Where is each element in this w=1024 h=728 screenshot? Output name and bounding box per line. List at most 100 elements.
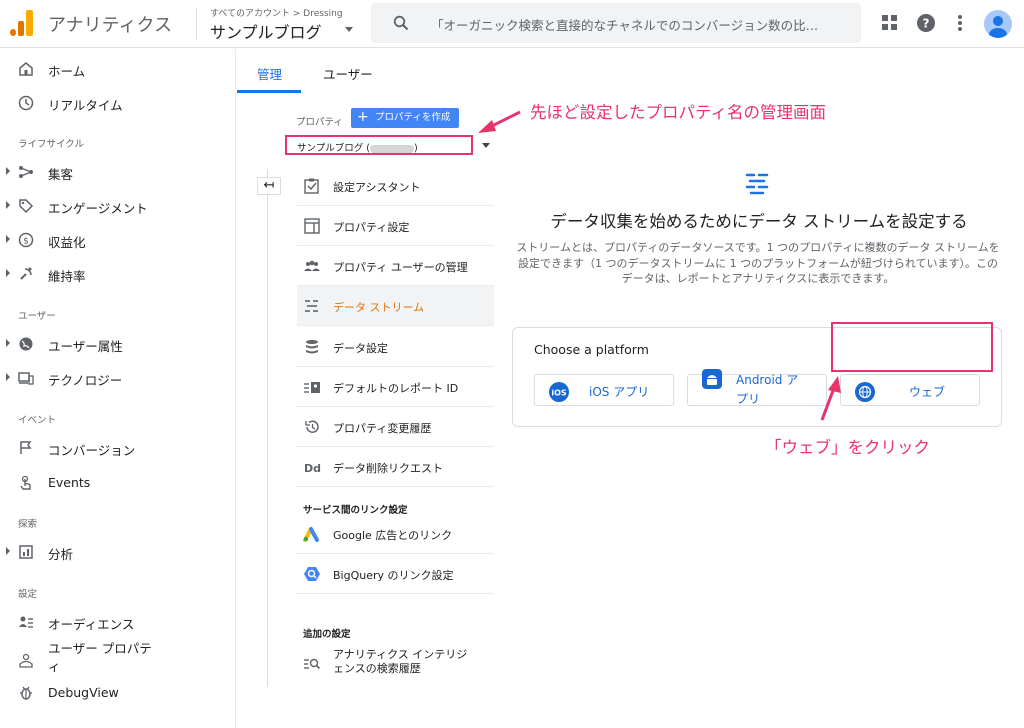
search-input[interactable]: 「オーガニック検索と直接的なチャネルでのコンバージョン数の比… bbox=[431, 15, 851, 34]
main-area: 管理 ユーザー プロパティ + プロパティを作成 サンプルブログ () ↤ 設定… bbox=[237, 49, 1024, 728]
analytics-logo-icon[interactable] bbox=[10, 10, 34, 36]
analysis-icon bbox=[19, 545, 33, 559]
data-stream-icon bbox=[745, 173, 769, 195]
ios-app-button[interactable]: iOS iOS アプリ bbox=[534, 374, 674, 406]
menu-default-reporting-id[interactable]: デフォルトのレポート ID bbox=[297, 367, 494, 407]
section-label-lifecycle: ライフサイクル bbox=[18, 139, 85, 150]
sidebar-item-events[interactable]: Events bbox=[0, 466, 236, 500]
sidebar-item-retention[interactable]: 維持率 bbox=[0, 257, 236, 291]
property-name-end: ) bbox=[413, 143, 418, 154]
dd-icon: Dd bbox=[304, 462, 321, 475]
section-label-additional: 追加の設定 bbox=[303, 629, 351, 640]
debug-icon bbox=[20, 686, 32, 700]
expand-arrow-icon[interactable] bbox=[6, 547, 10, 555]
menu-data-streams[interactable]: データ ストリーム bbox=[297, 286, 494, 326]
sidebar-item-label: リアルタイム bbox=[48, 98, 123, 113]
expand-arrow-icon[interactable] bbox=[6, 201, 10, 209]
property-selector-value: サンプルブログ () bbox=[297, 140, 418, 154]
header-divider bbox=[196, 8, 197, 40]
menu-label: プロパティ設定 bbox=[333, 221, 410, 234]
sidebar-item-conversions[interactable]: コンバージョン bbox=[0, 431, 236, 465]
tab-admin[interactable]: 管理 bbox=[257, 64, 282, 83]
sidebar-item-analysis[interactable]: 分析 bbox=[0, 535, 236, 569]
more-vert-icon[interactable] bbox=[949, 12, 971, 34]
sidebar-item-label: ユーザー プロパティ bbox=[48, 641, 152, 674]
search-bar[interactable]: 「オーガニック検索と直接的なチャネルでのコンバージョン数の比… bbox=[371, 3, 861, 43]
menu-google-ads-link[interactable]: Google 広告とのリンク bbox=[297, 514, 494, 554]
left-sidebar: ホーム リアルタイム ライフサイクル 集客 エンゲージメント $ 収益化 維持率… bbox=[0, 49, 236, 728]
menu-property-user-management[interactable]: プロパティ ユーザーの管理 bbox=[297, 246, 494, 286]
web-globe-icon bbox=[855, 382, 875, 402]
menu-label-line1: アナリティクス インテリジ bbox=[333, 648, 468, 661]
expand-arrow-icon[interactable] bbox=[6, 269, 10, 277]
sidebar-item-label: Events bbox=[48, 475, 91, 490]
sidebar-item-label: ユーザー属性 bbox=[48, 339, 123, 354]
person-icon bbox=[989, 16, 1007, 38]
google-ads-icon bbox=[303, 527, 319, 542]
home-icon bbox=[19, 62, 33, 76]
blurred-property-id bbox=[369, 144, 414, 153]
back-arrow-button[interactable]: ↤ bbox=[257, 177, 281, 195]
sidebar-item-engagement[interactable]: エンゲージメント bbox=[0, 189, 236, 223]
sidebar-item-technology[interactable]: テクノロジー bbox=[0, 361, 236, 395]
menu-property-change-history[interactable]: プロパティ変更履歴 bbox=[297, 407, 494, 447]
section-label-explore: 探索 bbox=[18, 519, 38, 530]
flag-icon bbox=[20, 441, 32, 454]
sidebar-item-monetization[interactable]: $ 収益化 bbox=[0, 223, 236, 257]
people-icon bbox=[304, 260, 320, 271]
sidebar-item-label: エンゲージメント bbox=[48, 201, 148, 216]
sidebar-item-label: 収益化 bbox=[48, 235, 86, 250]
expand-arrow-icon[interactable] bbox=[6, 339, 10, 347]
svg-text:$: $ bbox=[23, 237, 29, 247]
sidebar-item-home[interactable]: ホーム bbox=[0, 52, 236, 86]
web-label: ウェブ bbox=[909, 385, 946, 399]
menu-data-settings[interactable]: データ設定 bbox=[297, 327, 494, 367]
sidebar-item-user-properties[interactable]: ユーザー プロパティ bbox=[0, 639, 236, 679]
svg-text:iOS: iOS bbox=[551, 389, 567, 398]
expand-arrow-icon[interactable] bbox=[6, 373, 10, 381]
plus-icon: + bbox=[357, 109, 369, 125]
expand-arrow-icon[interactable] bbox=[6, 235, 10, 243]
stream-setup-title: データ収集を始めるためにデータ ストリームを設定する bbox=[550, 212, 968, 231]
expand-arrow-icon[interactable] bbox=[6, 167, 10, 175]
sidebar-item-label: オーディエンス bbox=[48, 617, 135, 632]
menu-intelligence-search-history[interactable]: アナリティクス インテリジ ェンスの検索履歴 bbox=[297, 642, 494, 688]
sidebar-item-audiences[interactable]: オーディエンス bbox=[0, 605, 236, 639]
menu-property-settings[interactable]: プロパティ設定 bbox=[297, 206, 494, 246]
create-property-button[interactable]: + プロパティを作成 bbox=[351, 108, 459, 128]
annotation-property-admin: 先ほど設定したプロパティ名の管理画面 bbox=[530, 103, 827, 122]
menu-data-deletion-requests[interactable]: Dd データ削除リクエスト bbox=[297, 447, 494, 487]
android-app-button[interactable]: Android アプリ bbox=[687, 369, 827, 409]
sidebar-item-acquisition[interactable]: 集客 bbox=[0, 155, 236, 189]
android-app-label: Android アプリ bbox=[736, 371, 798, 409]
sidebar-item-debugview[interactable]: DebugView bbox=[0, 676, 236, 710]
user-property-icon bbox=[19, 653, 33, 668]
stream-icon bbox=[305, 300, 318, 312]
account-avatar[interactable] bbox=[984, 10, 1012, 38]
android-icon bbox=[702, 369, 722, 389]
svg-text:Dd: Dd bbox=[304, 462, 321, 475]
choose-platform-title: Choose a platform bbox=[534, 342, 649, 357]
sidebar-item-realtime[interactable]: リアルタイム bbox=[0, 86, 236, 120]
menu-bigquery-link[interactable]: BigQuery のリンク設定 bbox=[297, 554, 494, 594]
account-breadcrumb[interactable]: すべてのアカウント > Dressing bbox=[210, 6, 343, 19]
stream-setup-description: ストリームとは、プロパティのデータソースです。1 つのプロパティに複数のデータ … bbox=[516, 241, 1000, 285]
help-icon[interactable]: ? bbox=[915, 12, 937, 34]
account-selector[interactable]: サンプルブログ bbox=[210, 19, 322, 43]
apps-grid-icon[interactable] bbox=[879, 12, 901, 34]
menu-label: プロパティ ユーザーの管理 bbox=[333, 261, 468, 274]
column-divider bbox=[267, 169, 268, 687]
property-selector[interactable]: サンプルブログ () bbox=[285, 135, 473, 155]
menu-setup-assistant[interactable]: 設定アシスタント bbox=[297, 166, 494, 206]
chevron-down-icon[interactable] bbox=[345, 27, 353, 32]
sidebar-item-demographics[interactable]: ユーザー属性 bbox=[0, 327, 236, 361]
tab-user[interactable]: ユーザー bbox=[323, 64, 373, 83]
sidebar-item-label: 維持率 bbox=[48, 269, 86, 284]
chevron-down-icon[interactable] bbox=[482, 143, 490, 148]
database-icon bbox=[306, 340, 318, 354]
search-icon bbox=[393, 15, 409, 31]
devices-icon bbox=[18, 372, 34, 385]
web-button[interactable]: ウェブ bbox=[840, 374, 980, 406]
svg-text:?: ? bbox=[923, 17, 930, 31]
ios-app-label: iOS アプリ bbox=[589, 385, 650, 399]
